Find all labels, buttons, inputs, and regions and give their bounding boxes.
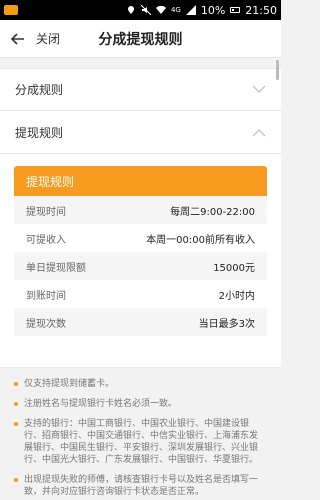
note-text: 支持的银行：中国工商银行、中国农业银行、中国建设银行、招商银行、中国交通银行、中… (24, 419, 259, 465)
close-button[interactable]: 关闭 (36, 30, 60, 47)
row-key: 提现时间 (26, 206, 66, 218)
row-value: 当日最多3次 (198, 318, 255, 330)
clock: 21:50 (245, 3, 277, 17)
section-withdraw-rules[interactable]: 提现规则 (0, 111, 281, 154)
chevron-down-icon (252, 85, 266, 93)
row-key: 单日提现限额 (26, 262, 86, 274)
chevron-up-icon (252, 128, 266, 136)
status-right: 4G 10% 21:50 (126, 4, 277, 17)
rules-card-title: 提现规则 (14, 166, 267, 196)
bullet-icon (14, 422, 18, 426)
wifi-icon (155, 5, 166, 15)
mute-icon (140, 5, 151, 15)
section-share-rules[interactable]: 分成规则 (0, 68, 281, 111)
row-key: 可提收入 (26, 234, 66, 246)
row-key: 到账时间 (26, 290, 66, 302)
scrollbar[interactable] (276, 60, 279, 80)
back-button[interactable] (4, 20, 32, 58)
rules-table: 提现时间 每周二9:00-22:00 可提收入 本周一00:00前所有收入 单日… (14, 196, 267, 336)
row-value: 2小时内 (218, 290, 255, 302)
table-row: 可提收入 本周一00:00前所有收入 (14, 224, 267, 252)
row-key: 提现次数 (26, 318, 66, 330)
table-row: 单日提现限额 15000元 (14, 252, 267, 280)
bullet-icon (14, 382, 18, 386)
note-text: 注册姓名与提现银行卡姓名必须一致。 (24, 399, 178, 409)
table-row: 到账时间 2小时内 (14, 280, 267, 308)
note-text: 仅支持提现到储蓄卡。 (24, 379, 115, 389)
notes-list: 仅支持提现到储蓄卡。 注册姓名与提现银行卡姓名必须一致。 支持的银行：中国工商银… (0, 368, 281, 498)
location-icon (127, 6, 134, 14)
row-value: 每周二9:00-22:00 (170, 206, 255, 218)
list-item: 仅支持提现到储蓄卡。 (14, 378, 265, 390)
row-value: 15000元 (213, 262, 255, 274)
network-type: 4G (170, 6, 181, 14)
section-label: 提现规则 (15, 125, 64, 140)
list-item: 支持的银行：中国工商银行、中国农业银行、中国建设银行、招商银行、中国交通银行、中… (14, 418, 265, 466)
status-bar: 4G 10% 21:50 (0, 0, 281, 20)
row-value: 本周一00:00前所有收入 (146, 234, 255, 246)
bullet-icon (14, 478, 18, 482)
battery-percent: 10% (200, 3, 226, 17)
table-row: 提现次数 当日最多3次 (14, 308, 267, 336)
battery-icon (230, 7, 241, 13)
app-notification-icon (4, 5, 18, 15)
signal-icon (185, 5, 196, 15)
table-row: 提现时间 每周二9:00-22:00 (14, 196, 267, 224)
section-label: 分成规则 (15, 83, 64, 97)
nav-header: 关闭 分成提现规则 (0, 20, 281, 58)
list-item: 注册姓名与提现银行卡姓名必须一致。 (14, 398, 265, 410)
back-arrow-icon (11, 32, 24, 45)
list-item: 出现提现失败的师傅，请核查银行卡号以及姓名是否填写一致，并向对应银行咨询银行卡状… (14, 474, 265, 498)
withdraw-rules-content: 提现规则 提现时间 每周二9:00-22:00 可提收入 本周一00:00前所有… (0, 154, 281, 368)
note-text: 出现提现失败的师傅，请核查银行卡号以及姓名是否填写一致，并向对应银行咨询银行卡状… (24, 475, 259, 497)
bullet-icon (14, 402, 18, 406)
